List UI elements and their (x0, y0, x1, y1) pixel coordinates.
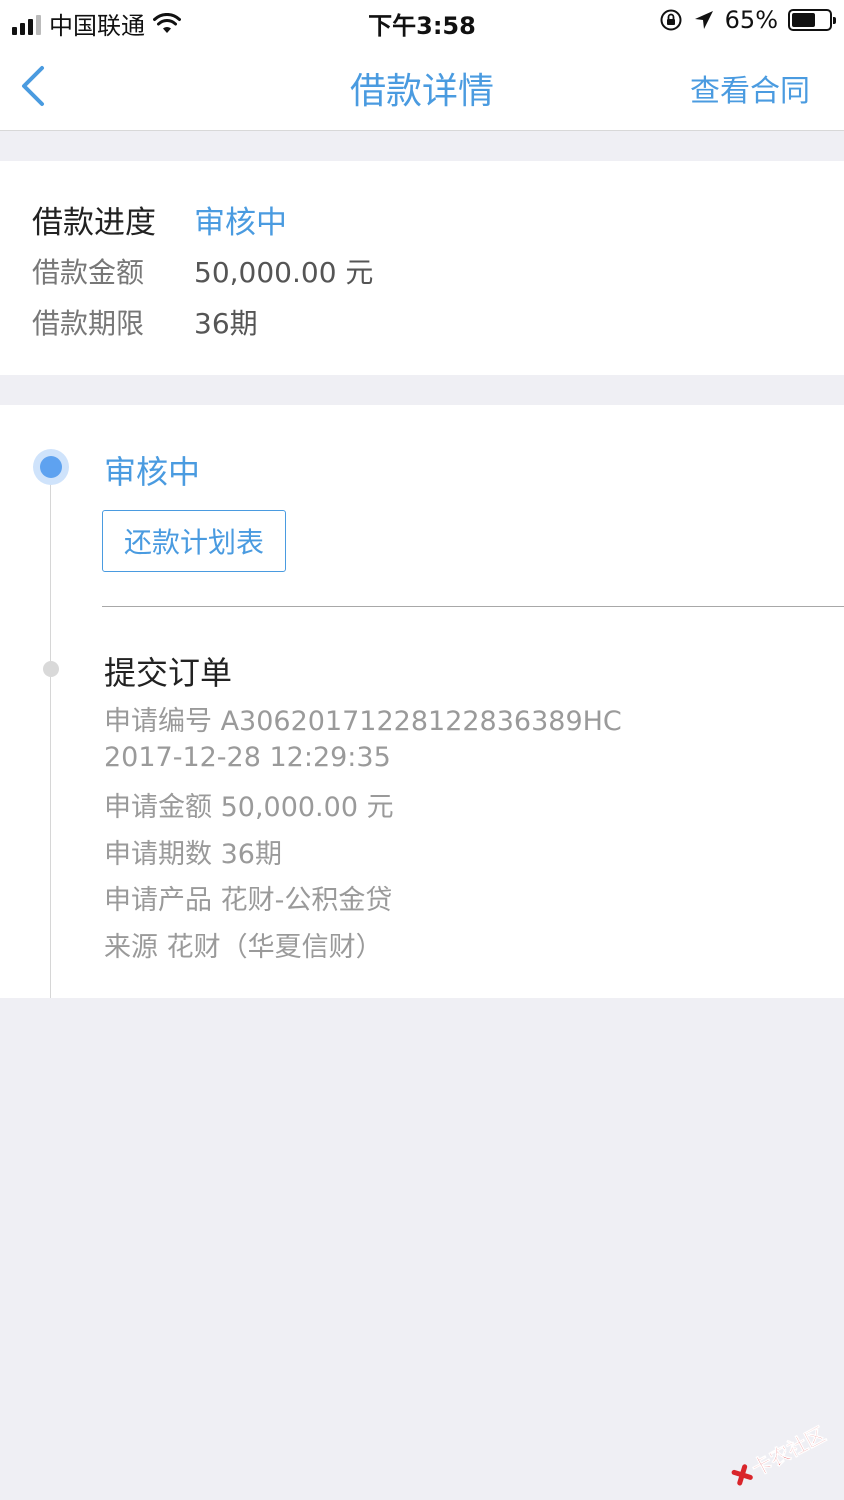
location-arrow-icon (694, 11, 713, 29)
step-review-title: 审核中 (104, 453, 201, 491)
loan-summary-card: 借款进度 审核中 借款金额 50,000.00 元 借款期限 36期 (0, 161, 844, 375)
timeline-divider (102, 606, 844, 607)
term-label: 借款期限 (32, 307, 145, 340)
battery-fill (792, 13, 815, 27)
progress-label: 借款进度 (32, 205, 156, 241)
term-row: 借款期限 36期 (32, 302, 258, 342)
timeline-dot (43, 661, 59, 677)
view-contract-link[interactable]: 查看合同 (690, 66, 810, 110)
timeline-card: 审核中 还款计划表 提交订单 申请编号 A3062017122812283638… (0, 405, 844, 998)
status-bar: 中国联通 下午3:58 65% (0, 0, 844, 42)
screen: 中国联通 下午3:58 65% 借款详情 查看合同 借款进度 审核中 借款金额 … (0, 0, 844, 1500)
step-submit-title: 提交订单 (104, 654, 233, 692)
status-right: 65% (659, 6, 836, 34)
application-term: 申请期数 36期 (104, 839, 282, 870)
svg-text:卡农社区: 卡农社区 (748, 1422, 830, 1481)
battery-icon (788, 9, 836, 31)
repayment-schedule-button[interactable]: 还款计划表 (102, 510, 286, 572)
nav-bar: 借款详情 查看合同 (0, 42, 844, 131)
application-datetime: 2017-12-28 12:29:35 (104, 742, 391, 773)
watermark-logo-icon: 卡农社区 (731, 1422, 830, 1486)
amount-value: 50,000.00 元 (194, 256, 374, 289)
watermark-logo: 卡农社区 (718, 1400, 843, 1500)
progress-row: 借款进度 审核中 (32, 197, 287, 242)
term-value: 36期 (194, 307, 258, 340)
application-source: 来源 花财（华夏信财） (104, 932, 383, 963)
application-amount: 申请金额 50,000.00 元 (104, 792, 394, 823)
orientation-lock-icon (660, 9, 682, 31)
amount-label: 借款金额 (32, 256, 145, 289)
battery-percent: 65% (724, 6, 778, 34)
application-product: 申请产品 花财-公积金贷 (104, 885, 393, 916)
progress-value: 审核中 (194, 205, 287, 241)
amount-row: 借款金额 50,000.00 元 (32, 251, 373, 291)
application-number: 申请编号 A30620171228122836389HC (104, 706, 622, 737)
timeline-line (50, 465, 51, 998)
timeline-dot-active (33, 449, 69, 485)
